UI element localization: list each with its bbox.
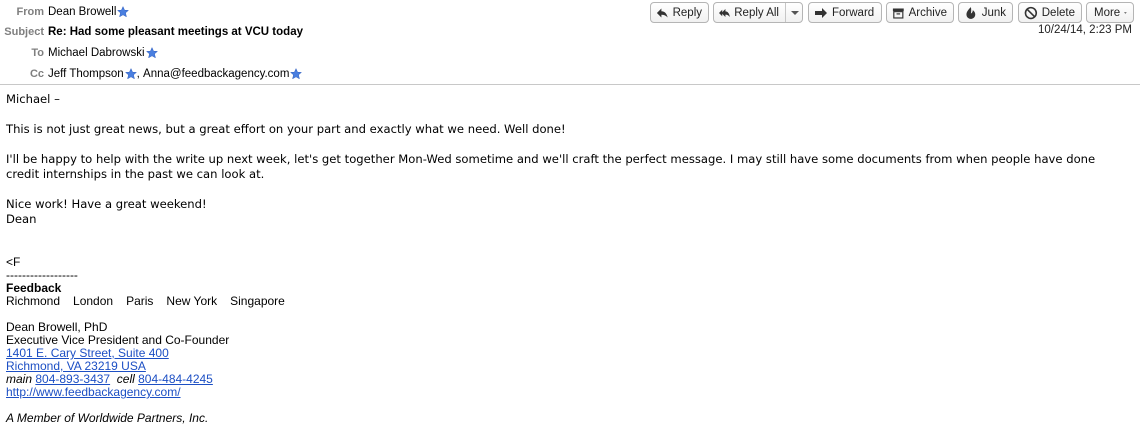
- city: London: [73, 294, 114, 308]
- star-icon[interactable]: [117, 6, 130, 18]
- cc-label: Cc: [29, 68, 44, 80]
- cell-label: cell: [116, 372, 135, 386]
- subject-label: Subject: [4, 26, 44, 38]
- city: Richmond: [6, 294, 61, 308]
- body-paragraph: I'll be happy to help with the write up …: [6, 152, 1096, 181]
- member-note: A Member of Worldwide Partners, Inc.: [6, 411, 209, 425]
- city: Paris: [126, 294, 154, 308]
- to-row: To Michael Dabrowski: [0, 45, 158, 61]
- subject-text: Re: Had some pleasant meetings at VCU to…: [48, 26, 303, 38]
- archive-icon: [892, 7, 904, 19]
- chevron-down-icon: [791, 10, 799, 15]
- reply-icon: [656, 8, 668, 17]
- more-label: More: [1094, 6, 1121, 19]
- star-icon[interactable]: [124, 68, 137, 80]
- cc-row: Cc Jeff Thompson , Anna@feedbackagency.c…: [0, 66, 303, 82]
- more-button[interactable]: More: [1086, 2, 1134, 23]
- sender-name[interactable]: Dean Browell: [48, 6, 116, 18]
- archive-label: Archive: [908, 6, 947, 19]
- forward-icon: [815, 7, 827, 18]
- recipient-name[interactable]: Michael Dabrowski: [48, 47, 145, 59]
- city: Singapore: [230, 294, 285, 308]
- body-paragraph: This is not just great news, but a great…: [6, 122, 566, 136]
- delete-icon: [1024, 6, 1038, 19]
- cell-phone-link[interactable]: 804-484-4245: [138, 372, 213, 386]
- junk-label: Junk: [981, 6, 1006, 19]
- forward-label: Forward: [832, 6, 875, 19]
- archive-button[interactable]: Archive: [886, 2, 954, 23]
- reply-label: Reply: [672, 6, 702, 19]
- to-label: To: [31, 47, 44, 59]
- reply-all-label: Reply All: [734, 6, 779, 19]
- subject-row: Subject Re: Had some pleasant meetings a…: [0, 24, 303, 40]
- signature: <F ------------------ Feedback Richmond L…: [6, 256, 706, 425]
- body-paragraph: Nice work! Have a great weekend!: [6, 197, 207, 211]
- delete-button[interactable]: Delete: [1018, 2, 1082, 23]
- star-icon[interactable]: [290, 68, 303, 80]
- message-header: From Dean Browell Subject Re: Had some p…: [0, 0, 1140, 85]
- greeting: Michael –: [6, 92, 60, 106]
- main-label: main: [6, 372, 33, 386]
- office-cities: Richmond London Paris New York Singapore: [6, 295, 706, 308]
- cc-recipient[interactable]: Jeff Thompson: [48, 68, 124, 80]
- from-label: From: [16, 6, 45, 18]
- signature-mark: <F: [6, 255, 21, 269]
- cc-recipient[interactable]: Anna@feedbackagency.com: [143, 68, 289, 80]
- header-divider: [0, 84, 1140, 85]
- chevron-down-icon: [1124, 11, 1127, 14]
- forward-button[interactable]: Forward: [808, 2, 882, 23]
- star-icon[interactable]: [145, 47, 158, 59]
- message-body: Michael – This is not just great news, b…: [6, 92, 1131, 227]
- reply-all-icon: [719, 8, 730, 17]
- junk-icon: [966, 6, 976, 19]
- from-row: From Dean Browell: [0, 4, 130, 20]
- address-link[interactable]: Richmond, VA 23219 USA: [6, 359, 146, 373]
- junk-button[interactable]: Junk: [958, 2, 1013, 23]
- reply-all-button[interactable]: Reply All: [713, 2, 803, 23]
- reply-all-dropdown[interactable]: [785, 3, 799, 22]
- main-phone-link[interactable]: 804-893-3437: [35, 372, 110, 386]
- city: New York: [166, 294, 218, 308]
- delete-label: Delete: [1041, 6, 1075, 19]
- address-link[interactable]: 1401 E. Cary Street, Suite 400: [6, 346, 169, 360]
- reply-button[interactable]: Reply: [650, 2, 709, 23]
- message-date: 10/24/14, 2:23 PM: [1038, 24, 1132, 36]
- signature-rule: ------------------: [6, 268, 78, 282]
- website-link[interactable]: http://www.feedbackagency.com/: [6, 385, 181, 399]
- sign-off-name: Dean: [6, 212, 37, 226]
